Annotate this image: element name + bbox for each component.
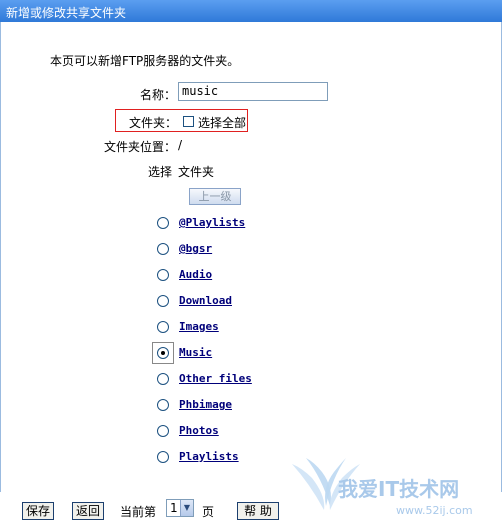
folder-radio[interactable]	[157, 217, 169, 229]
location-label: 文件夹位置：	[103, 140, 176, 154]
select-all-label: 选择全部	[198, 116, 247, 130]
window-titlebar: 新增或修改共享文件夹	[0, 0, 502, 22]
intro-text: 本页可以新增FTP服务器的文件夹。	[50, 54, 240, 68]
chevron-down-icon[interactable]: ▼	[180, 500, 193, 516]
help-button[interactable]: 帮 助	[237, 502, 279, 520]
back-button[interactable]: 返回	[72, 502, 104, 520]
current-page-label: 当前第	[120, 505, 157, 519]
folder-radio[interactable]	[157, 269, 169, 281]
page-select[interactable]: 1 ▼	[166, 499, 194, 517]
folder-radio[interactable]	[157, 451, 169, 463]
folder-link[interactable]: @Playlists	[179, 216, 245, 229]
folder-link[interactable]: Download	[179, 294, 232, 307]
folder-link[interactable]: Other files	[179, 372, 252, 385]
page-select-value: 1	[170, 501, 178, 515]
folder-radio[interactable]	[157, 399, 169, 411]
column-select-header: 选择	[148, 165, 173, 179]
folder-label: 文件夹：	[128, 116, 177, 130]
save-button[interactable]: 保存	[22, 502, 54, 520]
folder-radio[interactable]	[157, 425, 169, 437]
folder-radio-selected[interactable]	[157, 347, 169, 359]
folder-link[interactable]: @bgsr	[179, 242, 212, 255]
folder-radio[interactable]	[157, 373, 169, 385]
folder-link[interactable]: Music	[179, 346, 212, 359]
up-level-button[interactable]: 上一级	[189, 188, 241, 205]
window-title: 新增或修改共享文件夹	[6, 6, 127, 20]
folder-link[interactable]: Photos	[179, 424, 219, 437]
location-value: /	[178, 138, 183, 152]
page-suffix-label: 页	[202, 505, 215, 519]
folder-radio[interactable]	[157, 243, 169, 255]
folder-radio[interactable]	[157, 295, 169, 307]
folder-link[interactable]: Audio	[179, 268, 212, 281]
folder-link[interactable]: Playlists	[179, 450, 239, 463]
name-input[interactable]: music	[178, 82, 328, 101]
select-all-checkbox[interactable]	[183, 116, 194, 127]
column-folder-header: 文件夹	[178, 165, 215, 179]
folder-link[interactable]: Phbimage	[179, 398, 232, 411]
folder-radio[interactable]	[157, 321, 169, 333]
name-label: 名称：	[139, 88, 176, 102]
folder-link[interactable]: Images	[179, 320, 219, 333]
